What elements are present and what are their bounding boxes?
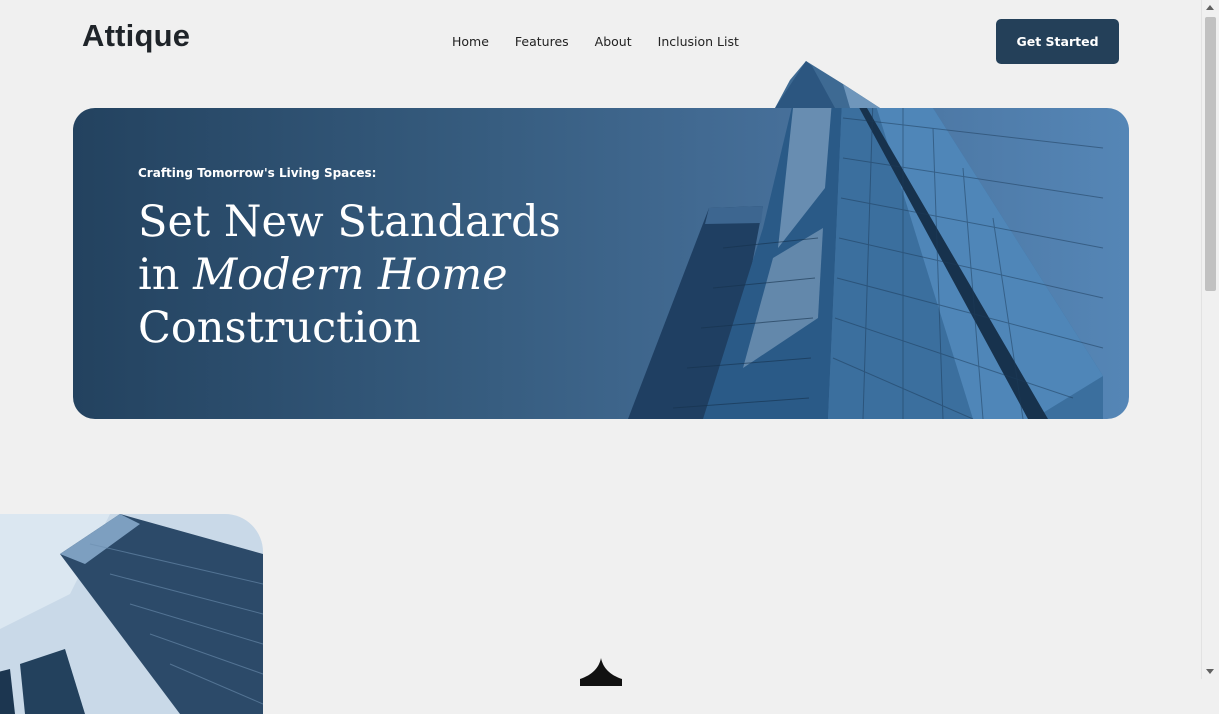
nav-features[interactable]: Features xyxy=(515,34,569,49)
scroll-up-icon[interactable] xyxy=(1206,5,1214,10)
brand-logo[interactable]: Attique xyxy=(82,18,190,54)
headline-line-2-prefix: in xyxy=(138,250,194,300)
hero-headline: Set New Standards in Modern Home Constru… xyxy=(138,196,618,355)
headline-line-3: Construction xyxy=(138,303,421,353)
scroll-thumb[interactable] xyxy=(1205,17,1216,291)
headline-line-2-emphasis: Modern Home xyxy=(193,250,508,300)
nav-inclusion-list[interactable]: Inclusion List xyxy=(658,34,739,49)
headline-line-1: Set New Standards xyxy=(138,197,561,247)
sparkle-icon xyxy=(580,658,622,686)
vertical-scrollbar[interactable] xyxy=(1201,0,1219,679)
buildings-image-card xyxy=(0,514,263,714)
skyscraper-photo xyxy=(0,514,263,714)
nav-about[interactable]: About xyxy=(595,34,632,49)
scroll-down-icon[interactable] xyxy=(1206,669,1214,674)
get-started-button[interactable]: Get Started xyxy=(996,19,1119,64)
nav-home[interactable]: Home xyxy=(452,34,489,49)
main-nav: Home Features About Inclusion List xyxy=(452,34,765,49)
hero-banner: Crafting Tomorrow's Living Spaces: Set N… xyxy=(73,108,1129,419)
hero-eyebrow: Crafting Tomorrow's Living Spaces: xyxy=(138,166,377,180)
